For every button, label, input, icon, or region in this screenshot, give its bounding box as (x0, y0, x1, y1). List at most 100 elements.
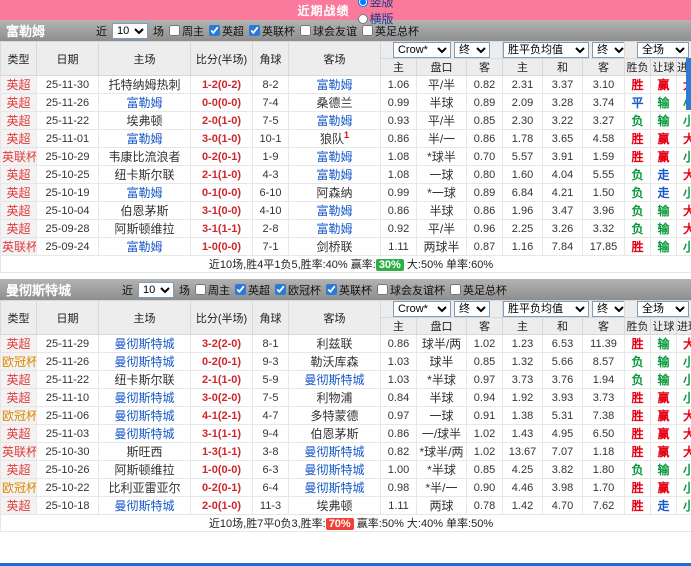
away-team[interactable]: 富勒姆 (288, 165, 381, 184)
odds-stage-select[interactable]: 终 (454, 42, 491, 58)
match-score[interactable]: 1-3(1-1) (190, 442, 253, 461)
match-score[interactable]: 3-2(2-0) (190, 334, 253, 353)
away-team[interactable]: 利物浦 (288, 388, 381, 407)
away-team[interactable]: 勒沃库森 (288, 352, 381, 371)
match-score[interactable]: 0-1(0-0) (190, 183, 253, 202)
match-score[interactable]: 3-0(2-0) (190, 388, 253, 407)
match-score[interactable]: 0-0(0-0) (190, 93, 253, 112)
filter-checkbox-input[interactable] (450, 284, 462, 295)
away-team[interactable]: 曼彻斯特城 (288, 460, 381, 479)
away-team[interactable]: 埃弗顿 (288, 496, 381, 515)
filter-checkbox-周主[interactable]: 周主 (195, 282, 230, 298)
home-team[interactable]: 纽卡斯尔联 (98, 370, 191, 389)
match-score[interactable]: 3-1(0-0) (190, 201, 253, 220)
filter-checkbox-input[interactable] (326, 284, 338, 295)
home-team[interactable]: 曼彻斯特城 (98, 334, 191, 353)
filter-checkbox-英超[interactable]: 英超 (209, 23, 244, 39)
home-team[interactable]: 韦康比流浪者 (98, 147, 191, 166)
home-team[interactable]: 富勒姆 (98, 93, 191, 112)
match-score[interactable]: 1-0(0-0) (190, 237, 253, 256)
away-team[interactable]: 阿森纳 (288, 183, 381, 202)
home-team[interactable]: 阿斯顿维拉 (98, 219, 191, 238)
filter-checkbox-input[interactable] (249, 25, 261, 36)
avg-stage-select[interactable]: 终 (592, 301, 624, 317)
away-team[interactable]: 富勒姆 (288, 75, 381, 94)
home-team[interactable]: 托特纳姆热刺 (98, 75, 191, 94)
filter-checkbox-球会友谊杯[interactable]: 球会友谊杯 (377, 282, 445, 298)
match-score[interactable]: 2-1(1-0) (190, 165, 253, 184)
filter-checkbox-input[interactable] (209, 25, 221, 36)
home-team[interactable]: 曼彻斯特城 (98, 352, 191, 371)
match-score[interactable]: 0-2(0-1) (190, 478, 253, 497)
home-team[interactable]: 曼彻斯特城 (98, 388, 191, 407)
match-count-select[interactable]: 10 (138, 281, 175, 298)
away-team[interactable]: 曼彻斯特城 (288, 370, 381, 389)
scope-select[interactable]: 全场 (637, 42, 690, 58)
home-team[interactable]: 伯恩茅斯 (98, 201, 191, 220)
filter-checkbox-input[interactable] (377, 284, 389, 295)
filter-checkbox-input[interactable] (300, 25, 312, 36)
match-count-select[interactable]: 10 (112, 22, 149, 39)
filter-checkbox-input[interactable] (362, 25, 374, 36)
home-team[interactable]: 富勒姆 (98, 237, 191, 256)
away-team[interactable]: 富勒姆 (288, 201, 381, 220)
away-team[interactable]: 桑德兰 (288, 93, 381, 112)
filter-checkbox-周主[interactable]: 周主 (169, 23, 204, 39)
match-score[interactable]: 3-1(1-1) (190, 219, 253, 238)
home-team[interactable]: 阿斯顿维拉 (98, 460, 191, 479)
scope-select[interactable]: 全场 (637, 301, 690, 317)
away-team[interactable]: 富勒姆 (288, 219, 381, 238)
bookmaker-select[interactable]: Crow* (392, 42, 451, 58)
layout-radio-input[interactable] (357, 0, 368, 7)
match-score[interactable]: 4-1(2-1) (190, 406, 253, 425)
match-score[interactable]: 3-1(1-1) (190, 424, 253, 443)
filter-checkbox-input[interactable] (275, 284, 287, 295)
filter-checkbox-英联杯[interactable]: 英联杯 (326, 282, 372, 298)
filter-checkbox-英足总杯[interactable]: 英足总杯 (362, 23, 419, 39)
result-badge: 负 (624, 111, 652, 130)
filter-checkbox-欧冠杯[interactable]: 欧冠杯 (275, 282, 321, 298)
filter-checkbox-英超[interactable]: 英超 (235, 282, 270, 298)
away-team[interactable]: 曼彻斯特城 (288, 478, 381, 497)
match-type: 英超 (0, 334, 37, 353)
home-team[interactable]: 富勒姆 (98, 129, 191, 148)
match-score[interactable]: 0-2(0-1) (190, 352, 253, 371)
match-score[interactable]: 2-0(1-0) (190, 111, 253, 130)
match-score[interactable]: 2-1(1-0) (190, 370, 253, 389)
subheader-odds-home: 主 (380, 317, 417, 335)
filter-checkbox-英联杯[interactable]: 英联杯 (249, 23, 295, 39)
away-team[interactable]: 曼彻斯特城 (288, 442, 381, 461)
home-team[interactable]: 富勒姆 (98, 183, 191, 202)
away-team[interactable]: 剑桥联 (288, 237, 381, 256)
home-team[interactable]: 纽卡斯尔联 (98, 165, 191, 184)
match-score[interactable]: 1-2(0-2) (190, 75, 253, 94)
match-score[interactable]: 2-0(1-0) (190, 496, 253, 515)
filter-checkbox-英足总杯[interactable]: 英足总杯 (450, 282, 507, 298)
filter-checkbox-input[interactable] (235, 284, 247, 295)
avg-odds-select[interactable]: 胜平负均值 (503, 42, 589, 58)
avg-stage-select[interactable]: 终 (592, 42, 624, 58)
away-team[interactable]: 富勒姆 (288, 147, 381, 166)
home-team[interactable]: 埃弗顿 (98, 111, 191, 130)
home-team[interactable]: 曼彻斯特城 (98, 406, 191, 425)
away-team[interactable]: 富勒姆 (288, 111, 381, 130)
filter-checkbox-球会友谊[interactable]: 球会友谊 (300, 23, 357, 39)
home-team[interactable]: 比利亚雷亚尔 (98, 478, 191, 497)
home-team[interactable]: 曼彻斯特城 (98, 496, 191, 515)
filter-checkbox-input[interactable] (169, 25, 181, 36)
match-score[interactable]: 1-0(0-0) (190, 460, 253, 479)
away-team[interactable]: 多特蒙德 (288, 406, 381, 425)
home-team[interactable]: 曼彻斯特城 (98, 424, 191, 443)
filter-checkbox-input[interactable] (195, 284, 207, 295)
away-team[interactable]: 伯恩茅斯 (288, 424, 381, 443)
home-team[interactable]: 斯旺西 (98, 442, 191, 461)
bookmaker-select[interactable]: Crow* (392, 301, 451, 317)
away-team[interactable]: 利兹联 (288, 334, 381, 353)
away-team[interactable]: 狼队1 (288, 129, 381, 148)
match-score[interactable]: 3-0(1-0) (190, 129, 253, 148)
scrollbar-thumb[interactable] (686, 58, 691, 110)
match-score[interactable]: 0-2(0-1) (190, 147, 253, 166)
vertical-layout-radio[interactable]: 竖版 (357, 0, 394, 10)
odds-stage-select[interactable]: 终 (454, 301, 491, 317)
avg-odds-select[interactable]: 胜平负均值 (503, 301, 589, 317)
